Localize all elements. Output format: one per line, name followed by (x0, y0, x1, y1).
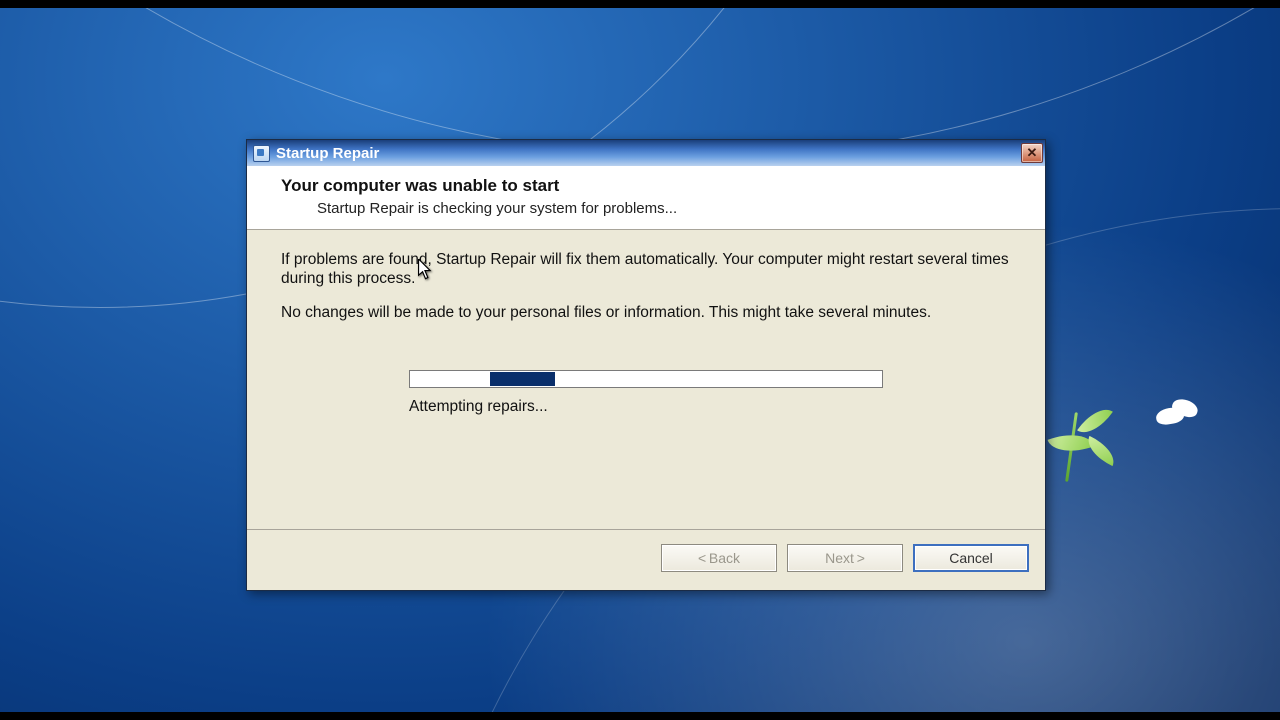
wizard-header: Your computer was unable to start Startu… (247, 166, 1045, 230)
startup-repair-dialog: Startup Repair ✕ Your computer was unabl… (246, 139, 1046, 591)
background-arc (0, 8, 1280, 158)
background-foliage (1040, 362, 1220, 502)
body-paragraph: If problems are found, Startup Repair wi… (281, 250, 1011, 289)
progress-status: Attempting repairs... (409, 398, 883, 416)
progress-indicator (490, 372, 555, 386)
window-title: Startup Repair (276, 145, 1021, 162)
wizard-body: If problems are found, Startup Repair wi… (247, 230, 1045, 530)
desktop-background: Startup Repair ✕ Your computer was unabl… (0, 8, 1280, 712)
wizard-heading: Your computer was unable to start (281, 176, 1029, 196)
body-paragraph: No changes will be made to your personal… (281, 303, 1011, 322)
wizard-subheading: Startup Repair is checking your system f… (317, 200, 1029, 217)
progress-area: Attempting repairs... (409, 370, 883, 416)
close-icon: ✕ (1027, 145, 1038, 161)
app-icon (253, 145, 270, 162)
next-button[interactable]: Next > (787, 544, 903, 572)
cancel-button[interactable]: Cancel (913, 544, 1029, 572)
back-button[interactable]: < Back (661, 544, 777, 572)
wizard-footer: < Back Next > Cancel (247, 530, 1045, 590)
progress-bar (409, 370, 883, 388)
close-button[interactable]: ✕ (1021, 143, 1043, 163)
title-bar[interactable]: Startup Repair ✕ (247, 140, 1045, 166)
